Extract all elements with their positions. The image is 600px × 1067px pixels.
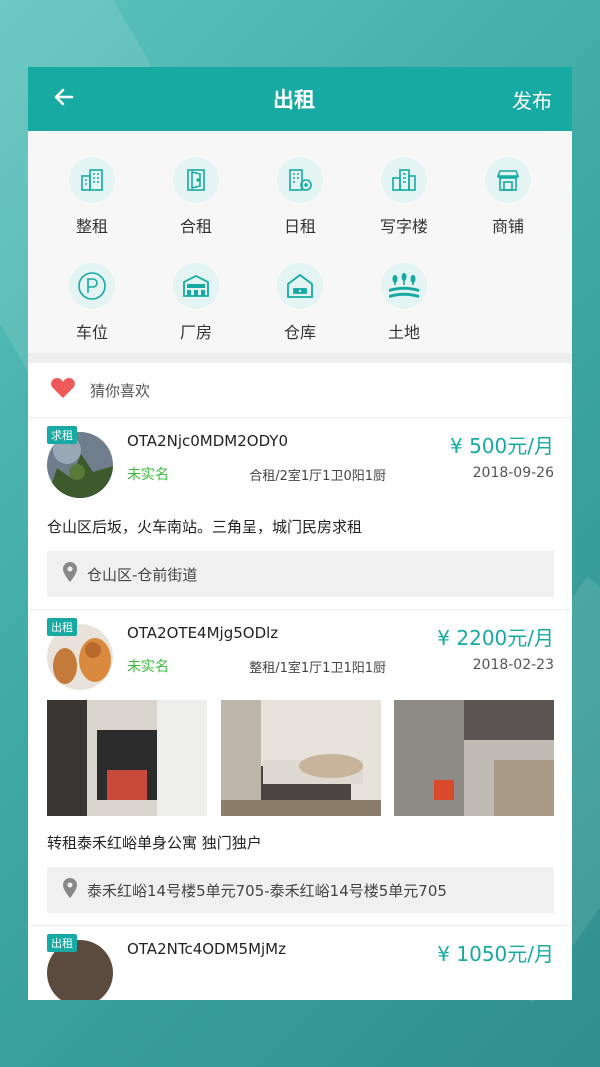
listing-address: 泰禾红峪14号楼5单元705-泰禾红峪14号楼5单元705 xyxy=(47,867,554,913)
listing-card[interactable]: 出租 OTA2NTc4ODM5MjMz ¥ 1050元/月 xyxy=(28,926,572,1000)
category-label: 商铺 xyxy=(491,217,524,236)
category-factory[interactable]: 厂房 xyxy=(144,263,248,343)
listing-type-badge: 出租 xyxy=(47,618,77,636)
category-label: 车位 xyxy=(75,323,108,342)
guess-you-like-header: 猜你喜欢 xyxy=(28,363,572,418)
verify-status: 未实名 xyxy=(127,467,169,483)
back-arrow-icon[interactable] xyxy=(52,85,76,114)
top-bar: 出租 发布 xyxy=(28,67,572,131)
category-shop[interactable]: 商铺 xyxy=(456,157,560,237)
publish-button[interactable]: 发布 xyxy=(512,85,552,114)
category-label: 土地 xyxy=(387,323,420,342)
category-label: 整租 xyxy=(75,217,108,236)
listing-date: 2018-09-26 xyxy=(472,465,554,481)
address-text: 仓山区-仓前街道 xyxy=(87,565,198,584)
listing-spec: 合租/2室1厅1卫0阳1厨 xyxy=(249,469,386,484)
category-shared-rent[interactable]: 合租 xyxy=(144,157,248,237)
listing-user: OTA2Njc0MDM2ODY0 xyxy=(127,432,289,450)
guess-label: 猜你喜欢 xyxy=(90,381,151,400)
category-label: 合租 xyxy=(179,217,212,236)
listing-photo[interactable] xyxy=(47,700,207,816)
building-icon xyxy=(69,157,115,203)
category-label: 仓库 xyxy=(283,323,316,342)
section-divider xyxy=(28,353,572,363)
app-screen: 出租 发布 整租 合租 日租 写字楼 商铺 车位 厂房 仓库 土地 猜你喜欢 求… xyxy=(28,67,572,1000)
listing-user: OTA2NTc4ODM5MjMz xyxy=(127,940,287,958)
category-label: 日租 xyxy=(283,217,316,236)
listing-description: 转租泰禾红峪单身公寓 独门独户 xyxy=(47,834,262,852)
listing-card[interactable]: 求租 OTA2Njc0MDM2ODY0 未实名 ¥ 500元/月 合租/2室1厅… xyxy=(28,418,572,610)
listing-price: ¥ 500元/月 xyxy=(450,434,554,458)
listing-type-badge: 求租 xyxy=(47,426,77,444)
listing-address: 仓山区-仓前街道 xyxy=(47,551,554,597)
listing-type-badge: 出租 xyxy=(47,934,77,952)
listing-photos xyxy=(47,700,554,816)
category-parking[interactable]: 车位 xyxy=(40,263,144,343)
category-grid: 整租 合租 日租 写字楼 商铺 车位 厂房 仓库 土地 xyxy=(28,131,572,353)
category-label: 厂房 xyxy=(179,323,212,342)
listing-price: ¥ 1050元/月 xyxy=(437,942,554,966)
category-whole-rent[interactable]: 整租 xyxy=(40,157,144,237)
factory-icon xyxy=(173,263,219,309)
listing-description: 仓山区后坂，火车南站。三角呈，城门民房求租 xyxy=(47,518,363,536)
location-pin-icon xyxy=(63,878,77,902)
listing-user: OTA2OTE4Mjg5ODlz xyxy=(127,624,279,642)
category-land[interactable]: 土地 xyxy=(352,263,456,343)
category-daily-rent[interactable]: 日租 xyxy=(248,157,352,237)
heart-icon xyxy=(50,377,76,403)
category-label: 写字楼 xyxy=(379,217,428,236)
listing-spec: 整租/1室1厅1卫1阳1厨 xyxy=(249,661,386,676)
listing-photo[interactable] xyxy=(394,700,554,816)
door-icon xyxy=(173,157,219,203)
land-icon xyxy=(381,263,427,309)
shop-icon xyxy=(485,157,531,203)
listing-photo[interactable] xyxy=(220,700,381,816)
listing-date: 2018-02-23 xyxy=(472,657,554,673)
category-warehouse[interactable]: 仓库 xyxy=(248,263,352,343)
address-text: 泰禾红峪14号楼5单元705-泰禾红峪14号楼5单元705 xyxy=(87,881,447,900)
warehouse-icon xyxy=(277,263,323,309)
listing-card[interactable]: 出租 OTA2OTE4Mjg5ODlz 未实名 ¥ 2200元/月 整租/1室1… xyxy=(28,610,572,926)
parking-icon xyxy=(69,263,115,309)
office-icon xyxy=(381,157,427,203)
calendar-building-icon xyxy=(277,157,323,203)
category-office[interactable]: 写字楼 xyxy=(352,157,456,237)
location-pin-icon xyxy=(63,562,77,586)
page-title: 出租 xyxy=(273,88,315,112)
listing-price: ¥ 2200元/月 xyxy=(437,626,554,650)
verify-status: 未实名 xyxy=(127,659,169,675)
